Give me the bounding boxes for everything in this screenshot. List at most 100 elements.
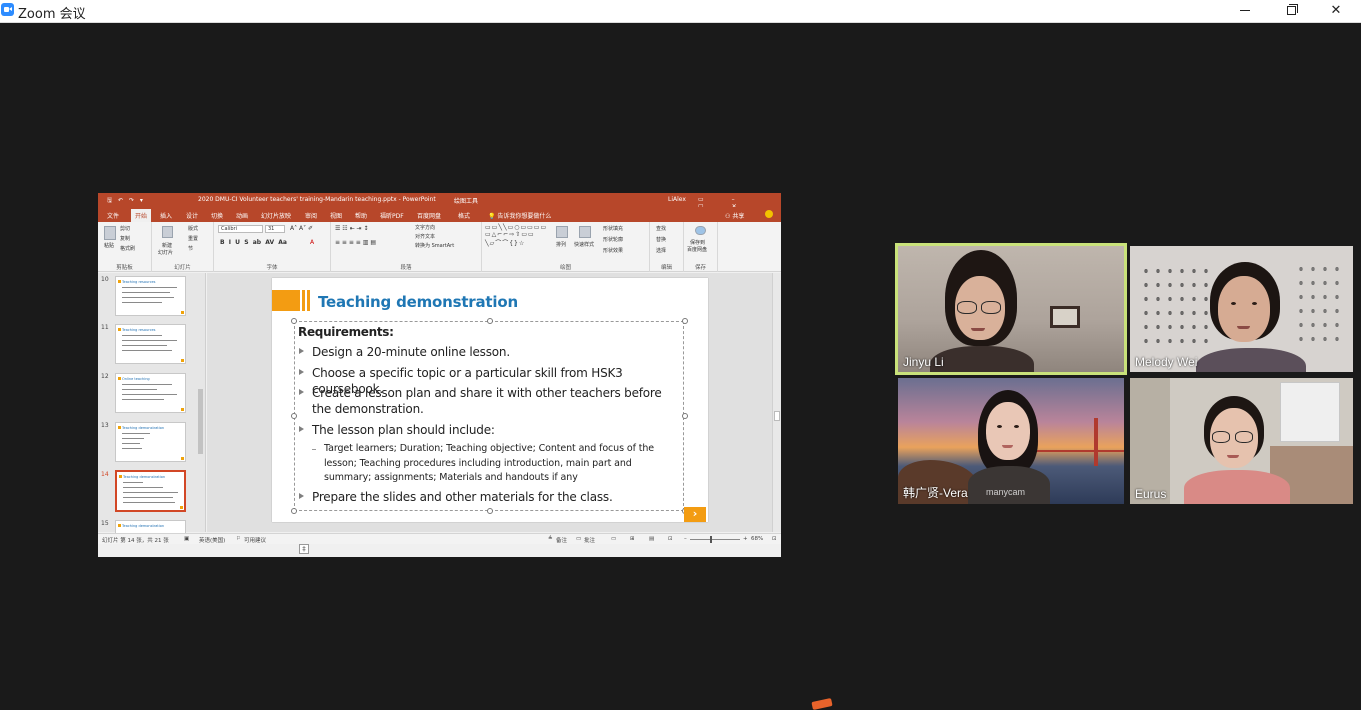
editor-scrollbar[interactable] [772, 273, 781, 532]
font-size-box[interactable]: 31 [265, 225, 285, 233]
accessibility-label[interactable]: 可用建议 [244, 536, 266, 544]
restore-button[interactable] [1268, 0, 1314, 23]
font-name-box[interactable]: Calibri [218, 225, 263, 233]
shape-outline-button[interactable]: 形状轮廓 [603, 236, 623, 243]
align-buttons[interactable]: ≡ ≡ ≡ ≡ ▥ ▤ [335, 239, 376, 246]
quick-styles-label[interactable]: 快速样式 [574, 241, 594, 248]
save-to-label[interactable]: 保存到 [690, 239, 705, 246]
select-button[interactable]: 选择 [656, 247, 666, 254]
new-slide-label[interactable]: 新建 [162, 242, 172, 249]
baidu-cloud-icon[interactable] [695, 226, 706, 235]
comments-button[interactable]: 批注 [584, 536, 595, 544]
resize-handle[interactable] [682, 318, 688, 324]
slide-thumbnail-12[interactable]: Online teaching [115, 373, 186, 413]
tab-baidu[interactable]: 百度网盘 [417, 211, 441, 220]
reading-view-icon[interactable]: ▤ [649, 536, 654, 542]
video-tile-melody-wei[interactable]: Melody Wei [1130, 246, 1353, 372]
resize-handle[interactable] [291, 508, 297, 514]
spellcheck-icon[interactable]: ▣ [184, 536, 189, 542]
resize-handle[interactable] [291, 413, 297, 419]
current-slide[interactable]: Teaching demonstration Requirements: Des… [272, 278, 708, 554]
thumbnail-scroll-thumb[interactable] [198, 389, 203, 454]
font-style-buttons[interactable]: B I U S ab AV Aa [220, 239, 287, 246]
slide-sorter-icon[interactable]: ⊞ [630, 536, 635, 542]
font-color-icon[interactable]: A [310, 239, 314, 246]
arrange-label[interactable]: 排列 [556, 241, 566, 248]
tab-slideshow[interactable]: 幻灯片放映 [261, 211, 291, 220]
new-slide-icon[interactable] [162, 226, 173, 238]
comments-icon[interactable]: ▭ [576, 536, 581, 542]
video-tile-vera[interactable]: manycam 韩广贤-Vera [898, 378, 1124, 504]
slide-thumbnail-10[interactable]: Teaching resources [115, 276, 186, 316]
resize-handle[interactable] [291, 318, 297, 324]
resize-handle[interactable] [487, 508, 493, 514]
quick-access-toolbar[interactable]: 🖫 ↶ ↷ ▾ [107, 196, 145, 206]
share-button[interactable]: ⚇ 共享 [725, 211, 744, 220]
tab-file[interactable]: 文件 [107, 211, 119, 220]
cut-button[interactable]: 剪切 [120, 225, 130, 232]
tab-animations[interactable]: 动画 [236, 211, 248, 220]
slide-thumbnail-15[interactable]: Teaching demonstration [115, 520, 186, 534]
replace-button[interactable]: 替换 [656, 236, 666, 243]
fit-slide-icon[interactable]: ⊡ [772, 536, 777, 542]
close-button[interactable]: ✕ [1313, 0, 1359, 23]
copy-button[interactable]: 复制 [120, 235, 130, 242]
zoom-slider[interactable] [690, 536, 740, 543]
resize-handle[interactable] [487, 318, 493, 324]
paste-icon[interactable] [104, 226, 116, 240]
slide-title[interactable]: Teaching demonstration [318, 293, 518, 311]
accessibility-icon[interactable]: ⚐ [236, 536, 241, 542]
language-indicator[interactable]: 英语(美国) [199, 536, 225, 544]
resize-handle[interactable] [682, 413, 688, 419]
quick-styles-icon[interactable] [579, 226, 591, 238]
slide-thumbnail-14[interactable]: Teaching demonstration [115, 470, 186, 512]
new-slide-label-2[interactable]: 幻灯片 [158, 249, 173, 256]
layout-button[interactable]: 版式 [188, 225, 198, 232]
format-painter-button[interactable]: 格式刷 [120, 245, 135, 252]
normal-view-icon[interactable]: ▭ [611, 536, 616, 542]
zoom-slider-thumb[interactable] [710, 536, 712, 543]
shape-effects-button[interactable]: 形状效果 [603, 247, 623, 254]
thumbnail-scrollbar[interactable] [197, 273, 205, 532]
zoom-out-icon[interactable]: – [684, 536, 687, 542]
next-arrow-button[interactable]: › [684, 507, 706, 522]
tab-design[interactable]: 设计 [186, 211, 198, 220]
tab-view[interactable]: 视图 [330, 211, 342, 220]
content-textbox[interactable]: Requirements: Design a 20-minute online … [291, 318, 688, 554]
tab-home[interactable]: 开始 [131, 209, 152, 223]
tab-review[interactable]: 审阅 [305, 211, 317, 220]
editor-scroll-thumb[interactable] [774, 411, 780, 421]
list-buttons[interactable]: ☰ ☷ ⇤ ⇥ ↕ [335, 225, 368, 232]
reset-button[interactable]: 重置 [188, 235, 198, 242]
tab-foxit-pdf[interactable]: 福昕PDF [380, 211, 404, 220]
arrange-icon[interactable] [556, 226, 568, 238]
feedback-smile-icon[interactable] [765, 210, 773, 218]
user-name[interactable]: LiAlex [668, 196, 686, 203]
shapes-gallery[interactable]: ▭▭╲╲▭○▭▭▭▭ ▭△⌐⌐⇨⇧▭▭ ╲▱⌒⌒{}☆ [485, 224, 547, 247]
smartart-button[interactable]: 转换为 SmartArt [415, 242, 454, 249]
align-text-button[interactable]: 对齐文本 [415, 233, 435, 240]
zoom-level[interactable]: 68% [751, 536, 763, 542]
find-button[interactable]: 查找 [656, 225, 666, 232]
bullet-text-editing[interactable]: Prepare the slides and other materials f… [312, 489, 687, 505]
minimize-button[interactable] [1222, 0, 1268, 23]
video-tile-eurus[interactable]: Eurus [1130, 378, 1353, 504]
tell-me-search[interactable]: 💡 告诉我你想要做什么 [488, 211, 551, 220]
font-grow-shrink-icons[interactable]: A˄ A˅ ✐ [290, 225, 313, 232]
baidu-disk-label[interactable]: 百度网盘 [687, 246, 707, 253]
slide-thumbnail-13[interactable]: Teaching demonstration [115, 422, 186, 462]
text-direction-button[interactable]: 文字方向 [415, 224, 435, 231]
notes-button[interactable]: 备注 [556, 536, 567, 544]
tab-transitions[interactable]: 切换 [211, 211, 223, 220]
slide-thumbnail-11[interactable]: Teaching resources [115, 324, 186, 364]
tab-help[interactable]: 帮助 [355, 211, 367, 220]
tab-format[interactable]: 格式 [458, 211, 470, 220]
paste-label[interactable]: 粘贴 [104, 242, 114, 249]
tab-insert[interactable]: 插入 [160, 211, 172, 220]
shape-fill-button[interactable]: 形状填充 [603, 225, 623, 232]
notes-icon[interactable]: ≜ [548, 536, 553, 542]
slideshow-icon[interactable]: ⊡ [668, 536, 673, 542]
zoom-in-icon[interactable]: + [743, 536, 748, 542]
section-button[interactable]: 节 [188, 245, 193, 252]
autofit-options-icon[interactable]: ‡ [299, 544, 309, 554]
